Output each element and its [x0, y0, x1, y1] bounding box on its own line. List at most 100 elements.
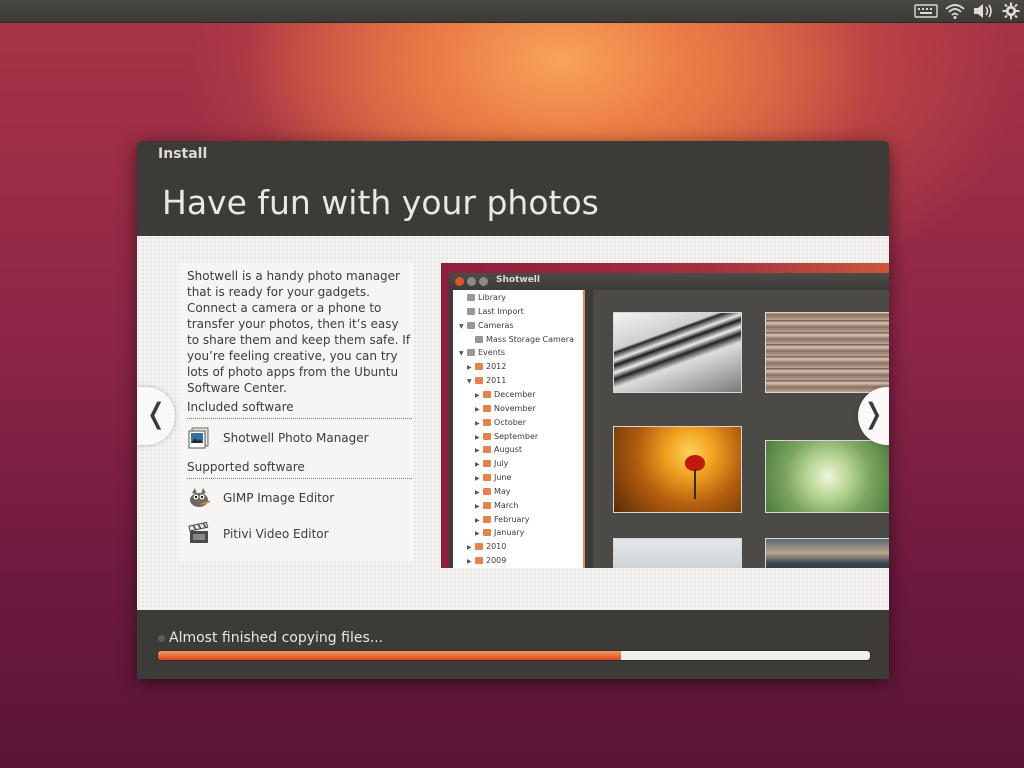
roof-tiles-photo — [765, 312, 889, 393]
tree-item[interactable]: ▼ 2011 — [467, 375, 506, 387]
tree-item-label: December — [494, 389, 536, 399]
tree-item[interactable]: ▶ 2010 — [467, 541, 506, 553]
shotwell-titlebar: Shotwell — [449, 273, 889, 290]
tree-item[interactable]: ▶ September — [475, 431, 538, 443]
folder-icon — [483, 390, 491, 398]
tree-item-label: October — [494, 417, 527, 427]
chevron-right-icon: ❭ — [861, 397, 886, 430]
shotwell-title: Shotwell — [496, 275, 540, 285]
folder-icon — [483, 446, 491, 454]
window-title: Install — [158, 146, 208, 162]
keyboard-icon[interactable] — [913, 2, 939, 20]
slide-content: Shotwell is a handy photo manager that i… — [137, 236, 889, 610]
folder-icon — [475, 557, 483, 565]
photo-grid — [593, 290, 889, 568]
tree-item-label: July — [494, 459, 509, 469]
expander-closed-icon[interactable]: ▶ — [467, 556, 475, 568]
tree-item[interactable]: ▶ 2009 — [467, 555, 506, 567]
supported-software-heading: Supported software — [187, 460, 305, 474]
slide-text-panel: Shotwell is a handy photo manager that i… — [179, 262, 414, 562]
tree-item[interactable]: Last Import — [459, 306, 524, 318]
expander-closed-icon[interactable]: ▶ — [475, 418, 483, 430]
expander-closed-icon[interactable]: ▶ — [467, 542, 475, 554]
close-icon — [455, 277, 464, 286]
installer-window: Install Have fun with your photos Shotwe… — [137, 141, 889, 679]
shotwell-screenshot: Shotwell Library Last Import ▼ Cameras Mass … — [441, 263, 889, 568]
slide-header: Have fun with your photos — [137, 163, 889, 236]
shotwell-icon — [187, 426, 211, 450]
tree-item-label: Library — [478, 293, 506, 302]
misty-landscape-photo — [613, 538, 742, 568]
tree-item-label: 2011 — [486, 376, 507, 386]
tree-item[interactable]: ▶ October — [475, 417, 526, 429]
expander-open-icon[interactable]: ▼ — [459, 348, 467, 360]
tree-item[interactable]: Library — [459, 292, 506, 304]
progress-bar-fill — [158, 651, 621, 660]
expander-closed-icon[interactable]: ▶ — [475, 487, 483, 499]
slide-headline: Have fun with your photos — [162, 183, 599, 222]
progress-area: Almost finished copying files... — [137, 610, 889, 679]
tree-item[interactable]: ▶ December — [475, 389, 535, 401]
tree-item[interactable]: ▶ March — [475, 500, 518, 512]
tree-item[interactable]: ▶ June — [475, 472, 511, 484]
app-name: Shotwell Photo Manager — [223, 431, 369, 445]
green-succulent-photo — [765, 440, 889, 513]
tree-item[interactable]: ▶ February — [475, 514, 529, 526]
expander-closed-icon[interactable]: ▶ — [475, 528, 483, 540]
folder-icon — [483, 501, 491, 509]
expander-closed-icon[interactable]: ▶ — [475, 501, 483, 513]
tree-item[interactable]: ▶ May — [475, 486, 511, 498]
app-name: Pitivi Video Editor — [223, 527, 329, 541]
tree-item-label: Events — [478, 348, 506, 358]
library-icon — [467, 294, 475, 301]
expander-open-icon[interactable]: ▼ — [459, 321, 467, 333]
expander-closed-icon[interactable]: ▶ — [475, 459, 483, 471]
tree-item[interactable]: ▼ Cameras — [459, 320, 514, 332]
tree-item-label: Cameras — [478, 320, 514, 330]
app-name: GIMP Image Editor — [223, 491, 335, 505]
tree-item-label: September — [494, 431, 539, 441]
settings-gear-icon[interactable] — [1001, 2, 1021, 20]
expander-closed-icon[interactable]: ▶ — [475, 432, 483, 444]
tree-item[interactable]: ▼ Events — [459, 347, 505, 359]
folder-icon — [483, 474, 491, 482]
expander-open-icon[interactable]: ▼ — [467, 376, 475, 388]
tree-item-label: 2012 — [486, 362, 507, 372]
tree-item-label: 2009 — [486, 556, 507, 566]
included-divider — [187, 418, 412, 419]
wifi-icon[interactable] — [944, 2, 966, 20]
camera-icon — [467, 321, 475, 329]
tree-item-label: August — [494, 445, 522, 455]
import-icon — [467, 307, 475, 315]
tree-item[interactable]: ▶ July — [475, 458, 508, 470]
expander-closed-icon[interactable]: ▶ — [475, 515, 483, 527]
tree-item[interactable]: Mass Storage Camera — [467, 334, 574, 346]
red-poppy-sunset-photo — [613, 426, 742, 513]
tree-item-label: May — [494, 486, 511, 496]
tree-item-label: Last Import — [478, 306, 524, 316]
tree-item[interactable]: ▶ January — [475, 527, 524, 539]
tree-item-label: November — [494, 403, 536, 413]
folder-icon — [475, 363, 483, 371]
progress-bar — [157, 650, 871, 661]
minimize-icon — [467, 277, 476, 286]
gimp-icon — [187, 486, 211, 510]
volume-icon[interactable] — [971, 2, 995, 20]
tree-item-label: March — [494, 500, 519, 510]
tree-item[interactable]: ▶ 2012 — [467, 361, 506, 373]
previous-slide-button[interactable]: ❬ — [137, 387, 175, 445]
tree-item-label: June — [494, 473, 512, 483]
pitivi-icon — [187, 521, 211, 546]
tree-item-label: 2010 — [486, 542, 507, 552]
expander-closed-icon[interactable]: ▶ — [467, 362, 475, 374]
expander-closed-icon[interactable]: ▶ — [475, 404, 483, 416]
folder-icon — [483, 432, 491, 440]
maximize-icon — [479, 277, 488, 286]
expander-closed-icon[interactable]: ▶ — [475, 445, 483, 457]
expander-closed-icon[interactable]: ▶ — [475, 473, 483, 485]
piano-keys-photo — [613, 312, 742, 393]
folder-icon — [483, 418, 491, 426]
expander-closed-icon[interactable]: ▶ — [475, 390, 483, 402]
tree-item[interactable]: ▶ November — [475, 403, 536, 415]
tree-item[interactable]: ▶ August — [475, 444, 522, 456]
